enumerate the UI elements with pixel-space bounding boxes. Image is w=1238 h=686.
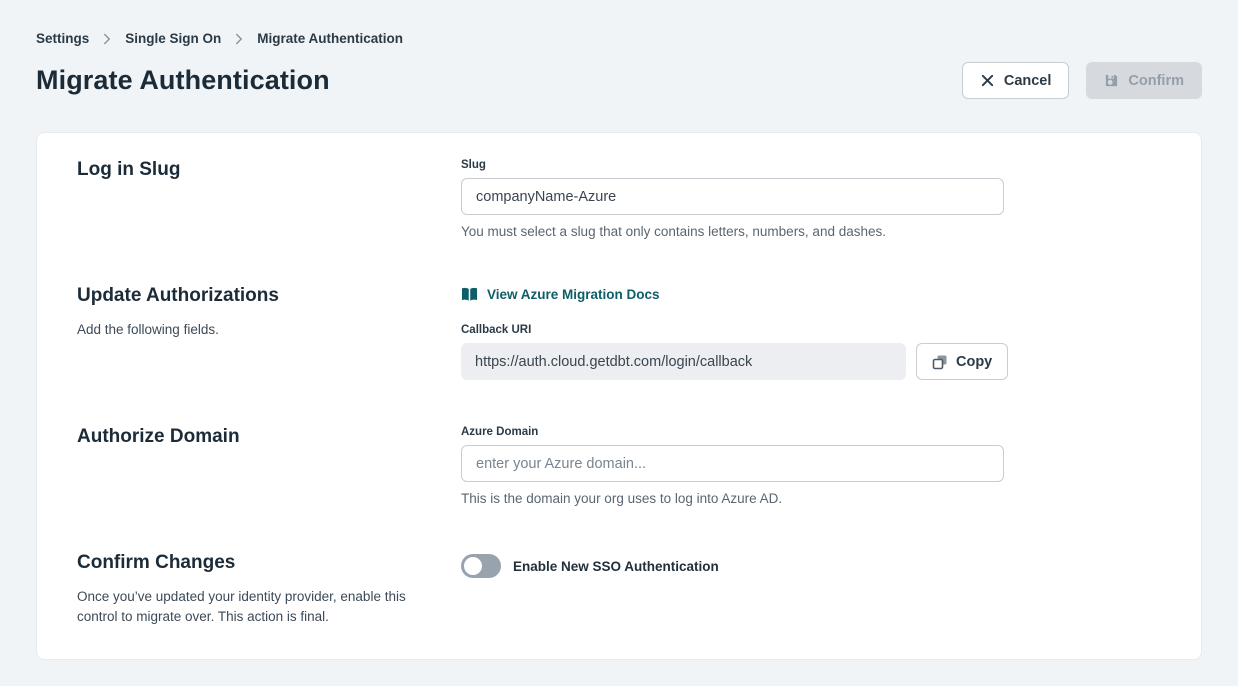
slug-label: Slug <box>461 159 1161 171</box>
slug-input[interactable] <box>461 178 1004 215</box>
azure-domain-help-text: This is the domain your org uses to log … <box>461 491 1161 506</box>
settings-card: Log in Slug Slug You must select a slug … <box>36 132 1202 660</box>
confirm-changes-heading: Confirm Changes <box>77 552 421 574</box>
section-confirm-changes: Confirm Changes Once you’ve updated your… <box>77 552 1161 626</box>
confirm-button[interactable]: Confirm <box>1086 62 1202 99</box>
section-update-authorizations: Update Authorizations Add the following … <box>77 285 1161 380</box>
breadcrumb-settings[interactable]: Settings <box>36 31 89 46</box>
section-login-slug: Log in Slug Slug You must select a slug … <box>77 159 1161 239</box>
page-header: Migrate Authentication Cancel Confirm <box>36 62 1202 99</box>
x-icon <box>980 73 995 88</box>
authorize-domain-heading: Authorize Domain <box>77 426 421 448</box>
save-icon <box>1104 73 1119 88</box>
copy-button-label: Copy <box>956 354 992 370</box>
update-authorizations-description: Add the following fields. <box>77 320 409 340</box>
copy-icon <box>932 354 948 370</box>
breadcrumb-current-page: Migrate Authentication <box>257 31 403 46</box>
breadcrumb-single-sign-on[interactable]: Single Sign On <box>125 31 221 46</box>
callback-uri-label: Callback URI <box>461 324 1161 336</box>
migrate-authentication-page: Settings Single Sign On Migrate Authenti… <box>0 0 1238 660</box>
page-title: Migrate Authentication <box>36 65 330 96</box>
open-book-icon <box>461 287 478 302</box>
confirm-changes-description: Once you’ve updated your identity provid… <box>77 587 409 626</box>
sso-enable-toggle[interactable] <box>461 554 501 578</box>
docs-link-label: View Azure Migration Docs <box>487 287 660 302</box>
toggle-knob <box>464 557 482 575</box>
chevron-right-icon <box>233 33 245 45</box>
azure-domain-label: Azure Domain <box>461 426 1161 438</box>
breadcrumb: Settings Single Sign On Migrate Authenti… <box>36 0 1202 46</box>
copy-button[interactable]: Copy <box>916 343 1008 380</box>
chevron-right-icon <box>101 33 113 45</box>
header-actions: Cancel Confirm <box>962 62 1202 99</box>
azure-migration-docs-link[interactable]: View Azure Migration Docs <box>461 287 660 302</box>
login-slug-heading: Log in Slug <box>77 159 421 181</box>
cancel-button[interactable]: Cancel <box>962 62 1070 99</box>
sso-toggle-label: Enable New SSO Authentication <box>513 559 719 574</box>
section-authorize-domain: Authorize Domain Azure Domain This is th… <box>77 426 1161 506</box>
azure-domain-input[interactable] <box>461 445 1004 482</box>
confirm-button-label: Confirm <box>1128 73 1184 89</box>
slug-help-text: You must select a slug that only contain… <box>461 224 1161 239</box>
callback-uri-field[interactable]: https://auth.cloud.getdbt.com/login/call… <box>461 343 906 380</box>
update-authorizations-heading: Update Authorizations <box>77 285 421 307</box>
cancel-button-label: Cancel <box>1004 73 1052 89</box>
